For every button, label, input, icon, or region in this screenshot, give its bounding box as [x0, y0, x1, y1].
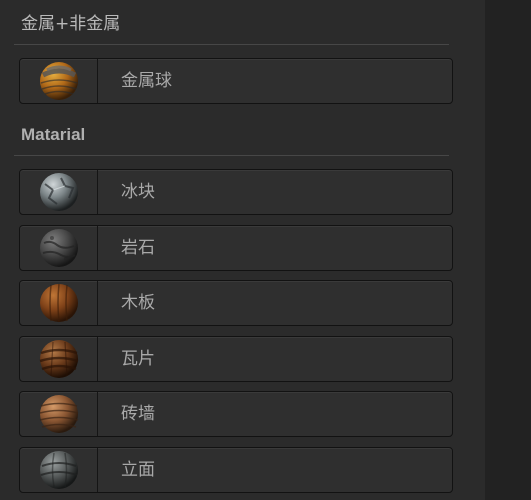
- thumbnail-frame: [20, 392, 98, 436]
- material-item-wood-board[interactable]: 木板: [19, 280, 453, 326]
- thumbnail-frame: [20, 448, 98, 492]
- material-label: 砖墙: [121, 404, 155, 424]
- material-item-rock[interactable]: 岩石: [19, 225, 453, 271]
- rock-sphere-icon: [39, 229, 78, 267]
- section-divider: [14, 44, 449, 45]
- section-title-metal-nonmetal: 金属+非金属: [21, 14, 121, 34]
- material-item-brick-wall[interactable]: 砖墙: [19, 391, 453, 437]
- material-item-metal-sphere[interactable]: 金属球: [19, 58, 453, 104]
- brick-sphere-icon: [39, 395, 78, 433]
- thumbnail-frame: [20, 281, 98, 325]
- material-item-ice[interactable]: 冰块: [19, 169, 453, 215]
- right-sidebar: [485, 0, 531, 500]
- material-label: 冰块: [121, 182, 155, 202]
- facade-sphere-icon: [39, 451, 78, 489]
- material-label: 立面: [121, 460, 155, 480]
- material-label: 金属球: [121, 71, 172, 91]
- section-divider: [14, 155, 449, 156]
- material-label: 瓦片: [121, 349, 155, 369]
- thumbnail-frame: [20, 170, 98, 214]
- wood-sphere-icon: [39, 283, 78, 323]
- material-item-tile[interactable]: 瓦片: [19, 336, 453, 382]
- material-label: 木板: [121, 293, 155, 313]
- thumbnail-frame: [20, 59, 98, 103]
- material-label: 岩石: [121, 238, 155, 258]
- material-library-panel: 金属+非金属 金属球 Matarial 冰块 岩石 木板 瓦片 砖墙 立面: [0, 0, 485, 500]
- metal-sphere-icon: [39, 62, 78, 100]
- thumbnail-frame: [20, 337, 98, 381]
- section-title-material: Matarial: [21, 125, 86, 144]
- tile-sphere-icon: [39, 340, 78, 378]
- thumbnail-frame: [20, 226, 98, 270]
- material-item-facade[interactable]: 立面: [19, 447, 453, 493]
- ice-sphere-icon: [39, 173, 78, 211]
